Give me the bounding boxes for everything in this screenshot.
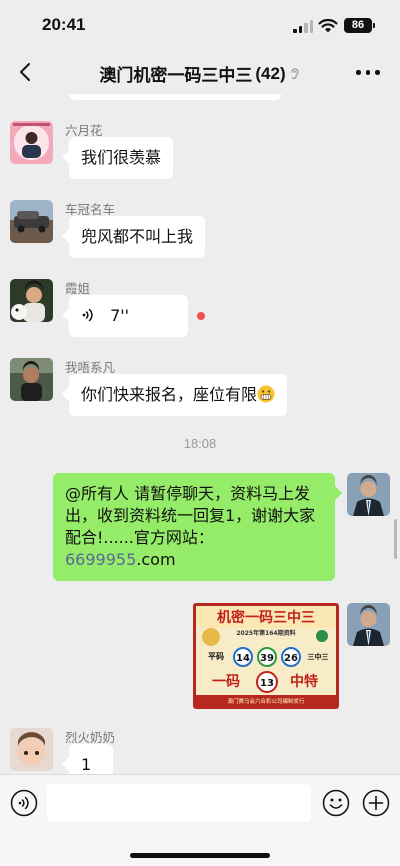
cellular-signal-icon <box>293 20 313 33</box>
poster-bottom-left: 一码 <box>212 674 240 690</box>
mute-notifications-icon <box>290 67 299 79</box>
message-bubble[interactable]: 兜风都不叫上我 <box>69 216 206 258</box>
message-text: 1 <box>81 755 92 774</box>
scrollbar-thumb[interactable] <box>394 519 397 559</box>
message-bubble[interactable]: 你们快来报名，座位有限 <box>69 374 288 416</box>
own-avatar[interactable] <box>347 603 390 646</box>
poster-left-label: 平码 <box>208 651 224 661</box>
grinning-emoji-icon <box>257 385 275 403</box>
wifi-icon <box>318 18 338 33</box>
message-text: @所有人 请暂停聊天，资料马上发出，收到资料统一回复1，谢谢大家配合!.....… <box>65 484 316 547</box>
add-attachment-icon[interactable] <box>362 789 390 817</box>
poster-number: 26 <box>284 653 298 664</box>
emoji-icon[interactable] <box>322 789 350 817</box>
message-text: 你们快来报名，座位有限 <box>81 385 258 404</box>
avatar[interactable] <box>10 358 53 401</box>
own-message-bubble[interactable]: @所有人 请暂停聊天，资料马上发出，收到资料统一回复1，谢谢大家配合!.....… <box>53 473 335 581</box>
more-options-icon[interactable] <box>356 70 380 76</box>
poster-subtitle: 2025年第164期资料 <box>236 629 295 637</box>
poster-number: 39 <box>260 653 274 664</box>
avatar[interactable] <box>10 279 53 322</box>
message-bubble[interactable]: 1 <box>69 744 113 774</box>
avatar[interactable] <box>10 728 53 771</box>
avatar[interactable] <box>10 200 53 243</box>
message-input[interactable] <box>47 784 311 822</box>
poster-footer: 澳门赛马会六合彩公司编制发行 <box>227 697 305 705</box>
shared-image[interactable]: 机密一码三中三 2025年第164期资料 平码 14 39 26 三中三 一码 … <box>193 603 339 709</box>
website-link[interactable]: 6699955 <box>65 550 136 569</box>
own-avatar[interactable] <box>347 473 390 516</box>
status-time: 20:41 <box>42 15 86 34</box>
message-timestamp: 18:08 <box>183 436 217 451</box>
avatar[interactable] <box>10 121 53 164</box>
lottery-poster-image: 机密一码三中三 2025年第164期资料 平码 14 39 26 三中三 一码 … <box>196 606 336 706</box>
status-bar: 20:41 86 <box>0 0 400 50</box>
poster-title: 机密一码三中三 <box>217 609 315 626</box>
poster-bottom-right: 中特 <box>290 673 318 690</box>
home-indicator <box>130 853 270 858</box>
message-input-bar <box>0 774 400 866</box>
chat-title[interactable]: 澳门机密一码三中三 (42) <box>0 61 400 86</box>
group-name: 澳门机密一码三中三 <box>99 66 253 85</box>
voice-input-icon[interactable] <box>10 789 38 817</box>
message-text: 我们很羡慕 <box>81 148 162 167</box>
voice-wave-icon <box>82 308 93 322</box>
voice-duration: 7'' <box>110 306 130 325</box>
poster-right-label: 三中三 <box>308 652 329 661</box>
chat-message-list[interactable]: 六月花 我们很羡慕 车冠名车 兜风都不叫上我 霞姐 7'' 我唔系凡 你们快来报… <box>0 94 400 774</box>
message-bubble[interactable]: 我们很羡慕 <box>69 137 174 179</box>
previous-message-bubble[interactable] <box>69 94 281 100</box>
battery-icon: 86 <box>344 18 372 33</box>
unread-dot <box>197 312 205 320</box>
poster-special-number: 13 <box>260 678 274 689</box>
battery-level: 86 <box>351 19 365 31</box>
battery-tip <box>373 23 375 28</box>
message-text-suffix: .com <box>136 550 176 569</box>
poster-number: 14 <box>236 653 250 664</box>
voice-message-bubble[interactable]: 7'' <box>69 295 188 337</box>
member-count: (42) <box>255 63 286 83</box>
message-text: 兜风都不叫上我 <box>81 227 194 246</box>
chat-header: 澳门机密一码三中三 (42) <box>0 50 400 94</box>
